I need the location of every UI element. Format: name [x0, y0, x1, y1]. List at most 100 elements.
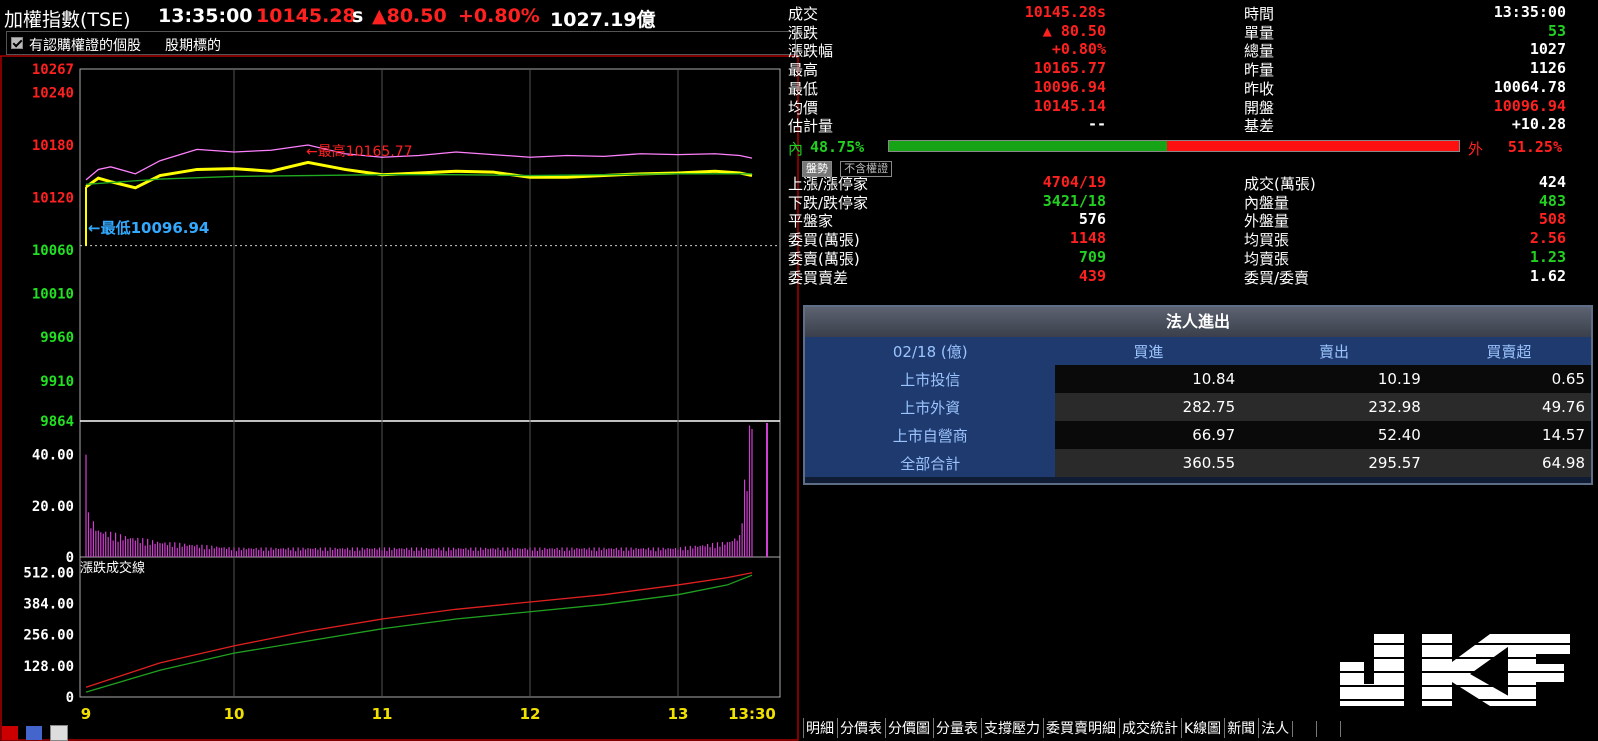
tab-item[interactable]: 明細 — [803, 718, 836, 738]
tab-item[interactable]: 分量表 — [933, 718, 980, 738]
tab-item[interactable]: 成交統計 — [1119, 718, 1180, 738]
table-row[interactable]: 上市投信 10.84 10.19 0.65 — [805, 365, 1591, 393]
quote-left-value: ▲ 80.50 — [1042, 21, 1106, 40]
quote-right-row: 開盤 10096.94 — [1244, 97, 1566, 117]
tab-item[interactable] — [1292, 721, 1315, 737]
table-row[interactable]: 上市自營商 66.97 52.40 14.57 — [805, 421, 1591, 449]
quote-left-label: 估計量 — [788, 117, 834, 136]
price-axis: 10267 10240 10180 10120 10060 10010 9960 9910 98… — [32, 62, 74, 430]
indicator-frame — [79, 556, 781, 698]
price-tick-label: 10010 — [32, 286, 74, 302]
time-tick-label: 13:30 — [728, 705, 776, 723]
institutional-table: 02/18 (億) 買進 賣出 買賣超 上市投信 10.84 10.19 0.6… — [805, 337, 1591, 477]
inner-pct: 48.75% — [810, 138, 865, 156]
institutional-panel: 法人進出 02/18 (億) 買進 賣出 買賣超 上市投信 10.84 10.1… — [803, 305, 1593, 485]
time-axis: 9 10 11 12 13 13:30 — [81, 705, 776, 723]
breadth-right-value: 1.23 — [1529, 247, 1566, 266]
bottom-icons — [2, 722, 71, 741]
quote-left-row: 漲跌 ▲ 80.50 — [788, 21, 1106, 42]
quote-right-value: +10.28 — [1511, 115, 1566, 134]
breadth-right-value: 1.62 — [1529, 266, 1566, 285]
quote-left-row: 最高 10165.77 — [788, 59, 1106, 79]
institutional-title: 法人進出 — [805, 307, 1591, 337]
breadth-left-value: 439 — [1078, 266, 1106, 285]
header-date: 02/18 (億) — [805, 337, 1056, 365]
price-tick-label: 9864 — [40, 414, 74, 430]
quote-left-value: 10096.94 — [1033, 77, 1106, 96]
inner-label: 內 — [788, 140, 804, 158]
row-sell: 52.40 — [1241, 421, 1427, 449]
institutional-header-row: 02/18 (億) 買進 賣出 買賣超 — [805, 337, 1591, 365]
indicator-axis: 512.00 384.00 256.00 128.00 0 — [23, 565, 74, 706]
outer-pct: 51.25% — [1507, 138, 1562, 156]
tab-item[interactable]: 新聞 — [1224, 718, 1257, 738]
trend-line — [85, 173, 752, 185]
price-frame — [79, 68, 781, 422]
breadth-right-label: 委買/委賣 — [1244, 268, 1310, 287]
table-row[interactable]: 上市外資 282.75 232.98 49.76 — [805, 393, 1591, 421]
quote-right-value: 1027 — [1529, 40, 1566, 59]
volume-tick-label: 0 — [66, 550, 74, 566]
row-net: 0.65 — [1426, 365, 1591, 393]
price-tick-label: 10267 — [32, 62, 74, 78]
breadth-right-row: 成交(萬張) 424 — [1244, 173, 1566, 193]
time-tick-label: 11 — [372, 705, 393, 723]
breadth-left-value: 1148 — [1069, 229, 1106, 248]
row-net: 14.57 — [1426, 421, 1591, 449]
breadth-left-value: 709 — [1078, 247, 1106, 266]
exclude-warrant-button[interactable]: 不含權證 — [840, 161, 893, 177]
quote-left-row: 成交 10145.28s — [788, 3, 1106, 23]
quote-left-value: 10165.77 — [1033, 59, 1106, 78]
chart-icon[interactable] — [26, 725, 43, 740]
price-tick-label: 10180 — [32, 138, 74, 154]
row-net: 49.76 — [1426, 393, 1591, 421]
breadth-right-row: 內盤量 483 — [1244, 192, 1566, 212]
alert-icon[interactable] — [2, 725, 18, 740]
indicator-tick-label: 256.00 — [23, 628, 74, 644]
tab-item[interactable]: 委買賣明細 — [1043, 718, 1118, 738]
time-tick-label: 9 — [81, 705, 91, 723]
breadth-left-label: 委買賣差 — [788, 268, 849, 287]
page-icon[interactable] — [50, 724, 69, 741]
row-sell: 295.57 — [1241, 449, 1427, 477]
tab-item[interactable]: K線圖 — [1181, 718, 1223, 738]
breadth-left-row: 平盤家 576 — [788, 210, 1106, 230]
tab-item[interactable] — [1339, 721, 1363, 737]
breadth-left-row: 委買賣差 439 — [788, 266, 1106, 287]
price-tick-label: 10120 — [32, 190, 74, 206]
tab-item[interactable] — [1316, 721, 1339, 737]
volume-tick-label: 20.00 — [32, 499, 74, 515]
indicator-title: 漲跌成交線 — [80, 560, 145, 576]
quote-right-row: 時間 13:35:00 — [1244, 3, 1566, 23]
tab-item[interactable]: 法人 — [1258, 718, 1291, 738]
row-sell: 10.19 — [1241, 365, 1427, 393]
breadth-left-value: 4704/19 — [1042, 173, 1106, 191]
breadth-right-value: 424 — [1538, 173, 1566, 191]
row-buy: 66.97 — [1055, 421, 1242, 449]
quote-right-row: 昨量 1126 — [1244, 59, 1566, 79]
time-tick-label: 10 — [224, 705, 245, 723]
quote-left-row: 均價 10145.14 — [788, 97, 1106, 117]
price-tick-label: 10240 — [32, 86, 74, 102]
tab-item[interactable]: 分價表 — [837, 718, 884, 738]
breadth-up-line — [85, 572, 753, 688]
quote-right-label: 基差 — [1244, 117, 1275, 136]
indicator-tick-label: 384.00 — [23, 596, 74, 612]
price-tick-label: 10060 — [32, 243, 74, 259]
table-row[interactable]: 全部合計 360.55 295.57 64.98 — [805, 449, 1591, 477]
high-label: ←最高10165.77 — [306, 143, 413, 160]
volume-frame — [79, 420, 781, 558]
row-net: 64.98 — [1426, 449, 1591, 477]
volume-tick-label: 40.00 — [32, 448, 74, 464]
header-buy: 買進 — [1055, 337, 1242, 365]
breadth-right-value: 508 — [1538, 210, 1566, 229]
intraday-chart[interactable]: 1026710240101801012010060100109960991098… — [0, 0, 800, 741]
indicator-tick-label: 0 — [66, 690, 74, 706]
quote-left-value: -- — [1087, 115, 1106, 134]
market-button[interactable]: 盤勢 — [802, 161, 832, 177]
bottom-tabs: 明細 分價表 分價圖 分量表 支撐壓力 委買賣明細 成交統計 K線圖 新聞 法人 — [803, 718, 1364, 740]
quote-right-row: 昨收 10064.78 — [1244, 78, 1566, 98]
tab-item[interactable]: 分價圖 — [885, 718, 932, 738]
tab-item[interactable]: 支撐壓力 — [981, 718, 1042, 738]
quote-right-row: 基差 +10.28 — [1244, 115, 1566, 136]
